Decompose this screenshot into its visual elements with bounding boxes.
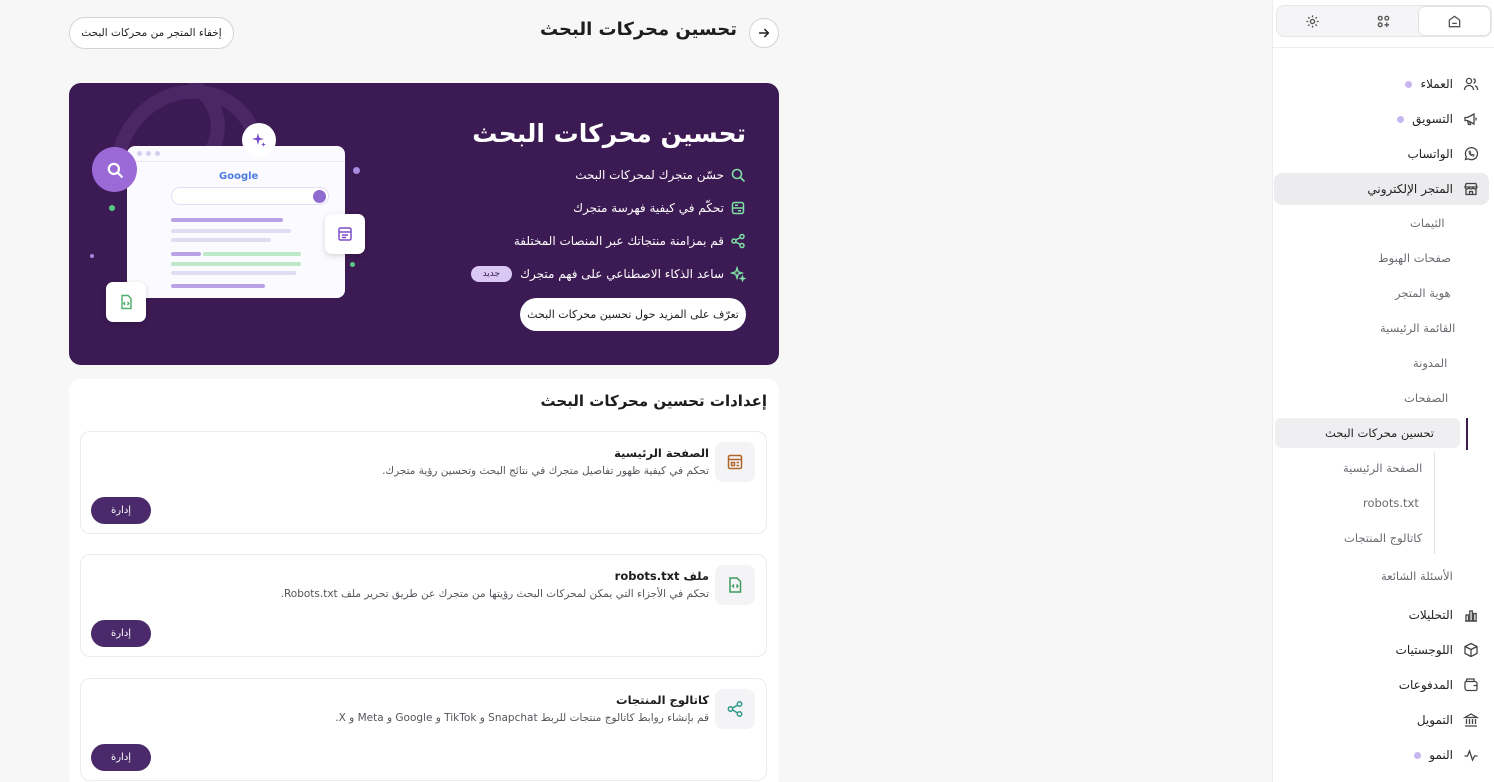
sparkle-icon bbox=[730, 266, 746, 282]
feature-item: حسّن متجرك لمحركات البحث bbox=[575, 165, 746, 185]
code-file-icon bbox=[106, 282, 146, 322]
sidebar-item-whatsapp[interactable]: الواتساب bbox=[1274, 138, 1489, 170]
pulse-icon bbox=[1463, 747, 1479, 763]
share-icon bbox=[730, 233, 746, 249]
tree-line bbox=[1434, 452, 1435, 554]
google-logo: Google bbox=[219, 171, 259, 182]
whatsapp-icon bbox=[1463, 146, 1479, 162]
settings-title: إعدادات تحسين محركات البحث bbox=[540, 392, 767, 410]
page-title: تحسين محركات البحث bbox=[539, 19, 737, 40]
tab-home[interactable] bbox=[1418, 6, 1492, 36]
database-icon bbox=[730, 200, 746, 216]
feature-item: ساعد الذكاء الاصطناعي على فهم متجرك جديد bbox=[470, 264, 746, 284]
share-icon bbox=[715, 689, 755, 729]
notification-dot bbox=[1414, 751, 1422, 759]
tab-apps[interactable] bbox=[1348, 6, 1419, 36]
magnifier-icon bbox=[92, 147, 137, 192]
card-title: ملف robots.txt bbox=[614, 569, 709, 583]
sparkle-icon bbox=[242, 123, 276, 157]
settings-card-robots: ملف robots.txt تحكم في الأجزاء التي يمكن… bbox=[80, 554, 767, 657]
sidebar-sub-main-menu[interactable]: القائمة الرئيسية bbox=[1380, 313, 1455, 343]
sidebar-sub-pages[interactable]: الصفحات bbox=[1404, 383, 1448, 413]
bank-icon bbox=[1463, 712, 1479, 728]
notification-dot bbox=[1405, 80, 1413, 88]
sidebar-tabs bbox=[1276, 5, 1492, 37]
hide-store-button[interactable]: إخفاء المتجر من محركات البحث bbox=[69, 17, 234, 49]
megaphone-icon bbox=[1463, 111, 1479, 127]
sidebar-item-growth[interactable]: النمو bbox=[1274, 739, 1489, 771]
feature-item: تحكّم في كيفية فهرسة متجرك bbox=[573, 198, 746, 218]
tab-settings[interactable] bbox=[1277, 6, 1348, 36]
code-file-icon bbox=[715, 565, 755, 605]
payments-icon bbox=[1463, 677, 1479, 693]
sidebar-item-online-store[interactable]: المتجر الإلكتروني bbox=[1274, 173, 1489, 205]
store-icon bbox=[1463, 181, 1479, 197]
chart-icon bbox=[1463, 607, 1479, 623]
sidebar-sub-seo-robots[interactable]: robots.txt bbox=[1363, 488, 1419, 518]
layout-icon bbox=[325, 214, 365, 254]
gear-icon bbox=[1306, 14, 1319, 28]
sidebar-sub-faq[interactable]: الأسئلة الشائعة bbox=[1381, 561, 1453, 591]
manage-button[interactable]: إدارة bbox=[91, 620, 151, 647]
sidebar-sub-seo-catalog[interactable]: كاتالوج المنتجات bbox=[1344, 523, 1422, 553]
sidebar-item-financing[interactable]: التمويل bbox=[1274, 704, 1489, 736]
manage-button[interactable]: إدارة bbox=[91, 744, 151, 771]
sidebar-item-payments[interactable]: المدفوعات bbox=[1274, 669, 1489, 701]
new-badge: جديد bbox=[470, 266, 513, 282]
sidebar-item-marketing[interactable]: التسويق bbox=[1274, 103, 1489, 135]
notification-dot bbox=[1397, 115, 1405, 123]
banner-title: تحسين محركات البحث bbox=[472, 119, 746, 148]
card-description: تحكم في الأجزاء التي يمكن لمحركات البحث … bbox=[280, 588, 709, 600]
users-icon bbox=[1463, 76, 1479, 92]
active-indicator bbox=[1466, 418, 1468, 450]
sidebar-item-analytics[interactable]: التحليلات bbox=[1274, 599, 1489, 631]
sidebar-sub-landing-pages[interactable]: صفحات الهبوط bbox=[1378, 243, 1451, 273]
mock-search-bar bbox=[171, 187, 329, 205]
sidebar-sub-blog[interactable]: المدونة bbox=[1413, 348, 1447, 378]
back-button[interactable] bbox=[749, 18, 779, 48]
browser-mockup: Google bbox=[127, 146, 345, 298]
sidebar-sub-seo[interactable]: تحسين محركات البحث bbox=[1275, 418, 1460, 448]
learn-more-button[interactable]: تعرّف على المزيد حول تحسين محركات البحث bbox=[520, 298, 746, 331]
sidebar-item-logistics[interactable]: اللوجستيات bbox=[1274, 634, 1489, 666]
card-title: كاتالوج المنتجات bbox=[616, 693, 709, 707]
feature-item: قم بمزامنة منتجاتك عبر المنصات المختلفة bbox=[514, 231, 746, 251]
sidebar-sub-seo-homepage[interactable]: الصفحة الرئيسية bbox=[1343, 453, 1422, 483]
apps-icon bbox=[1377, 15, 1389, 27]
store-home-icon bbox=[1448, 15, 1461, 27]
settings-card-homepage: الصفحة الرئيسية تحكم في كيفية ظهور تفاصي… bbox=[80, 431, 767, 534]
box-icon bbox=[1463, 642, 1479, 658]
card-description: تحكم في كيفية ظهور تفاصيل متجرك في نتائج… bbox=[382, 465, 709, 477]
manage-button[interactable]: إدارة bbox=[91, 497, 151, 524]
card-title: الصفحة الرئيسية bbox=[614, 446, 709, 460]
sidebar-sub-themes[interactable]: الثيمات bbox=[1410, 208, 1445, 238]
search-icon bbox=[730, 167, 746, 183]
seo-banner: Google تحسين محركات البحث حسّن متجرك لمح… bbox=[69, 83, 779, 365]
seo-illustration: Google bbox=[69, 83, 389, 365]
sidebar-item-customers[interactable]: العملاء bbox=[1274, 68, 1489, 100]
card-description: قم بإنشاء روابط كاتالوج منتجات للربط Sna… bbox=[335, 712, 709, 724]
sidebar-sub-store-identity[interactable]: هوية المتجر bbox=[1395, 278, 1451, 308]
arrow-right-icon bbox=[758, 28, 770, 38]
page-layout-icon bbox=[715, 442, 755, 482]
seo-settings-section: إعدادات تحسين محركات البحث الصفحة الرئيس… bbox=[69, 379, 779, 782]
settings-card-catalog: كاتالوج المنتجات قم بإنشاء روابط كاتالوج… bbox=[80, 678, 767, 781]
